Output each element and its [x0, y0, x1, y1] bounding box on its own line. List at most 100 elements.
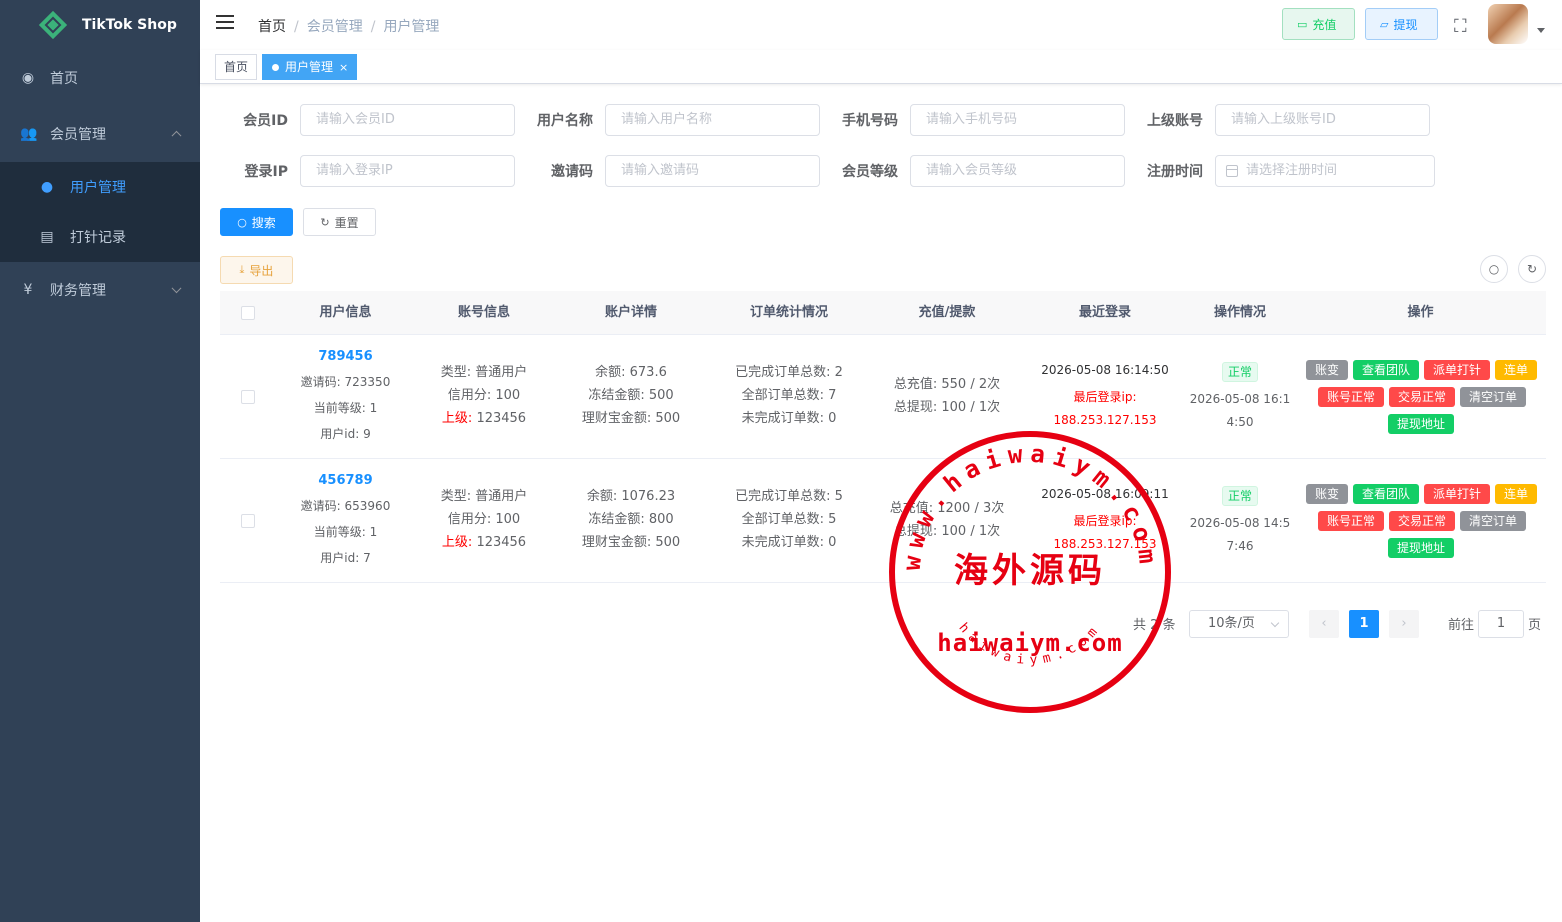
- clear-orders-button[interactable]: 清空订单: [1460, 511, 1526, 531]
- phone-label: 手机号码: [842, 113, 898, 129]
- close-icon[interactable]: ×: [339, 61, 348, 74]
- fullscreen-icon[interactable]: ⛶: [1454, 16, 1467, 37]
- table-row: 789456 邀请码: 723350 当前等级: 1 用户id: 9 类型: 普…: [220, 335, 1546, 459]
- logo-icon: [38, 10, 68, 40]
- invite-code: 邀请码: 723350: [300, 375, 391, 389]
- sidebar-item-home[interactable]: ◉ 首页: [0, 50, 200, 106]
- clear-orders-button[interactable]: 清空订单: [1460, 387, 1526, 407]
- balance: 余额: 1076.23: [586, 489, 676, 504]
- user-uid-link[interactable]: 456789: [318, 473, 372, 488]
- username-input[interactable]: 请输入用户名称: [605, 104, 820, 136]
- row-checkbox[interactable]: [241, 390, 255, 404]
- chevron-up-icon: [171, 130, 182, 141]
- chevron-down-icon: [171, 283, 182, 294]
- withdraw-address-button[interactable]: 提现地址: [1388, 414, 1454, 434]
- user-icon: ●: [40, 179, 54, 195]
- wallet-icon: ▭: [1297, 17, 1308, 31]
- account-normal-button[interactable]: 账号正常: [1318, 387, 1384, 407]
- user-level: 当前等级: 1: [313, 401, 378, 415]
- account-normal-button[interactable]: 账号正常: [1318, 511, 1384, 531]
- tags-view: 首页 用户管理 ×: [200, 50, 1562, 84]
- login-ip-input[interactable]: 请输入登录IP: [300, 155, 515, 187]
- account-change-button[interactable]: 账变: [1306, 484, 1348, 504]
- reg-time-label: 注册时间: [1147, 164, 1203, 180]
- yen-icon: ¥: [23, 282, 33, 298]
- next-page-button[interactable]: ›: [1389, 610, 1419, 638]
- level-label: 会员等级: [842, 164, 898, 180]
- chevron-down-icon: [1270, 618, 1280, 628]
- user-table: 用户信息 账号信息 账户详情 订单统计情况 充值/提款 最近登录 操作情况 操作…: [220, 291, 1546, 583]
- wealth-amount: 理财宝金额: 500: [581, 535, 681, 550]
- op-time: 2026-05-08 16:1: [1189, 392, 1291, 406]
- sidebar-item-label: 首页: [50, 71, 78, 87]
- chain-order-button[interactable]: 连单: [1495, 360, 1537, 380]
- breadcrumb-home[interactable]: 首页: [258, 19, 286, 35]
- caret-down-icon[interactable]: [1537, 28, 1545, 33]
- avatar[interactable]: [1488, 4, 1528, 44]
- phone-input[interactable]: 请输入手机号码: [910, 104, 1125, 136]
- invite-input[interactable]: 请输入邀请码: [605, 155, 820, 187]
- view-team-button[interactable]: 查看团队: [1353, 484, 1419, 504]
- sidebar-item-member[interactable]: 👥 会员管理: [0, 106, 200, 162]
- completed-orders: 已完成订单总数: 5: [735, 489, 843, 504]
- tag-home[interactable]: 首页: [215, 54, 258, 80]
- col-last-login: 最近登录: [1078, 305, 1131, 320]
- reg-time-picker[interactable]: 请选择注册时间: [1215, 155, 1435, 187]
- withdraw-button[interactable]: ▱ 提现: [1365, 8, 1438, 40]
- trade-normal-button[interactable]: 交易正常: [1389, 511, 1455, 531]
- hamburger-icon[interactable]: [216, 15, 234, 33]
- col-op-status: 操作情况: [1213, 305, 1266, 320]
- last-login-ip: 188.253.127.153: [1053, 413, 1157, 427]
- sidebar-item-finance[interactable]: ¥ 财务管理: [0, 262, 200, 318]
- tag-user-manage[interactable]: 用户管理 ×: [262, 54, 358, 80]
- incomplete-orders: 未完成订单数: 0: [741, 535, 837, 550]
- parent-label: 上级账号: [1147, 113, 1203, 129]
- credit-score: 信用分: 100: [447, 512, 521, 527]
- page-unit-label: 页: [1528, 618, 1542, 633]
- balance: 余额: 673.6: [595, 365, 667, 380]
- download-icon: ⤓: [239, 263, 245, 276]
- reset-button[interactable]: ↻ 重置: [303, 208, 376, 236]
- withdraw-address-button[interactable]: 提现地址: [1388, 538, 1454, 558]
- assign-punch-button[interactable]: 派单打针: [1424, 484, 1490, 504]
- level-input[interactable]: 请输入会员等级: [910, 155, 1125, 187]
- recharge-button[interactable]: ▭ 充值: [1282, 8, 1355, 40]
- last-login-time: 2026-05-08 16:14:50: [1041, 363, 1169, 377]
- account-change-button[interactable]: 账变: [1306, 360, 1348, 380]
- user-uid-link[interactable]: 789456: [318, 349, 372, 364]
- col-account-info: 账号信息: [457, 305, 510, 320]
- select-all-checkbox[interactable]: [241, 306, 255, 320]
- member-id-input[interactable]: 请输入会员ID: [300, 104, 515, 136]
- reset-button-label: 重置: [334, 215, 359, 230]
- export-button-label: 导出: [249, 263, 274, 278]
- all-orders: 全部订单总数: 7: [741, 388, 837, 403]
- sidebar-item-punch-record[interactable]: ▤ 打针记录: [0, 212, 200, 262]
- goto-page-input[interactable]: 1: [1478, 610, 1524, 638]
- chain-order-button[interactable]: 连单: [1495, 484, 1537, 504]
- status-badge: 正常: [1221, 362, 1258, 382]
- search-button[interactable]: ○ 搜索: [220, 208, 293, 236]
- view-team-button[interactable]: 查看团队: [1353, 360, 1419, 380]
- op-time: 2026-05-08 14:5: [1189, 516, 1291, 530]
- withdraw-label: 提现: [1393, 17, 1418, 32]
- page-size-value: 10条/页: [1208, 616, 1255, 631]
- assign-punch-button[interactable]: 派单打针: [1424, 360, 1490, 380]
- page-number[interactable]: 1: [1349, 610, 1379, 638]
- submenu-member: ● 用户管理 ▤ 打针记录: [0, 162, 200, 262]
- page-size-select[interactable]: 10条/页: [1189, 610, 1289, 638]
- toggle-search-icon[interactable]: ○: [1480, 255, 1508, 283]
- col-account-detail: 账户详情: [604, 305, 657, 320]
- watermark-center: 海外源码: [954, 551, 1106, 591]
- table-header: 用户信息 账号信息 账户详情 订单统计情况 充值/提款 最近登录 操作情况 操作: [220, 291, 1546, 335]
- export-button[interactable]: ⤓ 导出: [220, 256, 293, 284]
- trade-normal-button[interactable]: 交易正常: [1389, 387, 1455, 407]
- sidebar-item-label: 用户管理: [70, 180, 126, 196]
- sidebar-item-user-manage[interactable]: ● 用户管理: [0, 162, 200, 212]
- refresh-icon[interactable]: ↻: [1518, 255, 1546, 283]
- logo[interactable]: TikTok Shop: [0, 0, 200, 50]
- parent-input[interactable]: 请输入上级账号ID: [1215, 104, 1430, 136]
- prev-page-button[interactable]: ‹: [1309, 610, 1339, 638]
- calendar-icon: [1226, 165, 1238, 177]
- row-checkbox[interactable]: [241, 514, 255, 528]
- parent-account: 上级: 123456: [441, 411, 527, 426]
